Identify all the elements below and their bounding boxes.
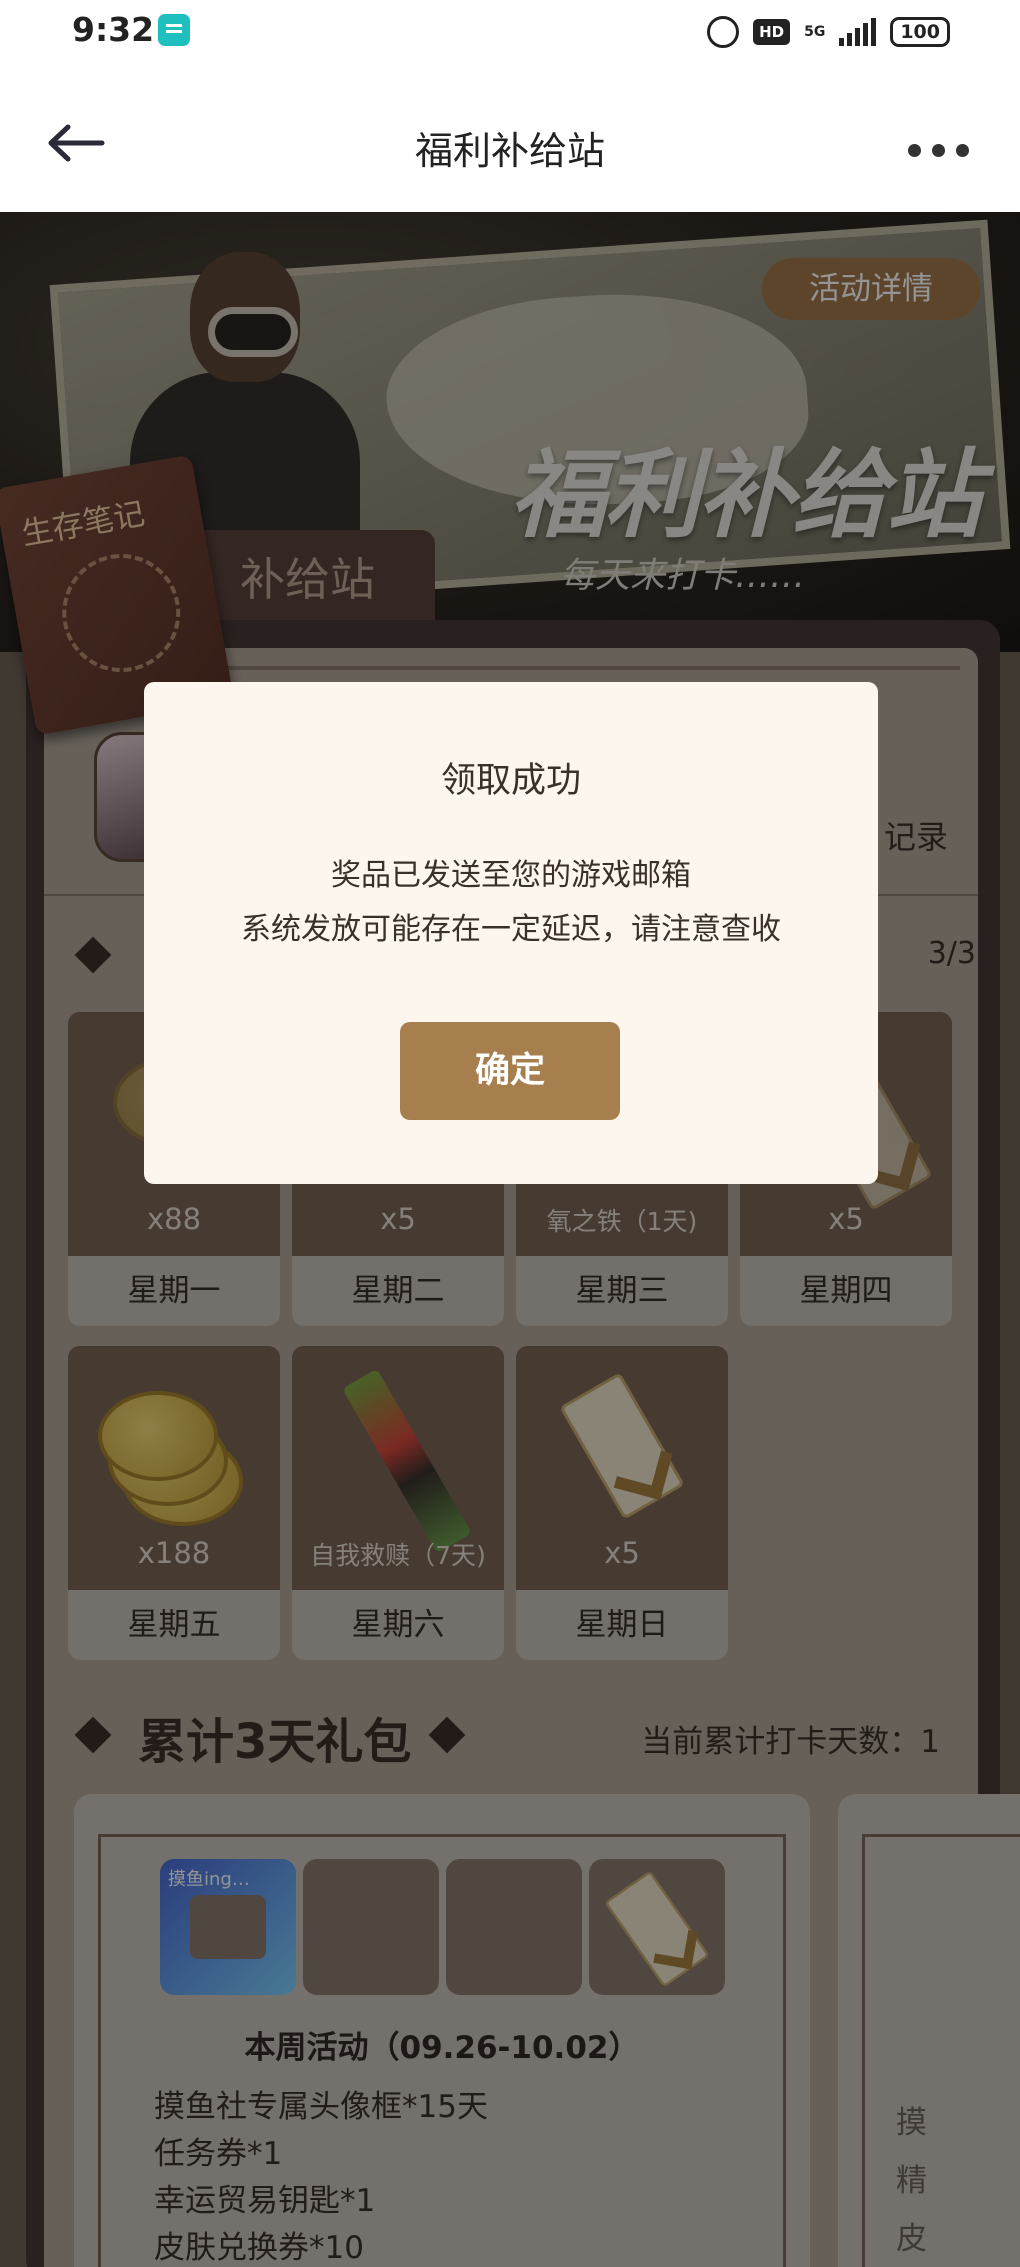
message-notification-icon <box>158 14 190 46</box>
network-label: 5G <box>804 24 826 40</box>
page-title: 福利补给站 <box>414 129 605 173</box>
success-dialog: 领取成功 奖品已发送至您的游戏邮箱 系统发放可能存在一定延迟，请注意查收 确定 <box>144 682 878 1184</box>
dialog-message-line1: 奖品已发送至您的游戏邮箱 <box>331 858 691 893</box>
status-bar: 9:32 HD 5G 100 <box>0 0 1020 64</box>
hd-icon: HD <box>753 19 791 45</box>
dialog-title: 领取成功 <box>440 761 581 801</box>
nav-bar: 福利补给站 <box>0 64 1020 212</box>
alarm-icon <box>707 16 740 48</box>
signal-icon <box>839 18 877 46</box>
confirm-button[interactable]: 确定 <box>400 1022 620 1120</box>
more-options-icon[interactable] <box>908 144 970 158</box>
battery-icon: 100 <box>890 17 950 47</box>
status-time: 9:32 <box>72 10 155 49</box>
modal-overlay[interactable] <box>0 212 1020 2267</box>
page: 9:32 HD 5G 100 福利补给站 福利补给站 每天来打卡…… 活动详情 … <box>0 0 1020 2267</box>
dialog-message-line2: 系统发放可能存在一定延迟，请注意查收 <box>241 912 781 947</box>
